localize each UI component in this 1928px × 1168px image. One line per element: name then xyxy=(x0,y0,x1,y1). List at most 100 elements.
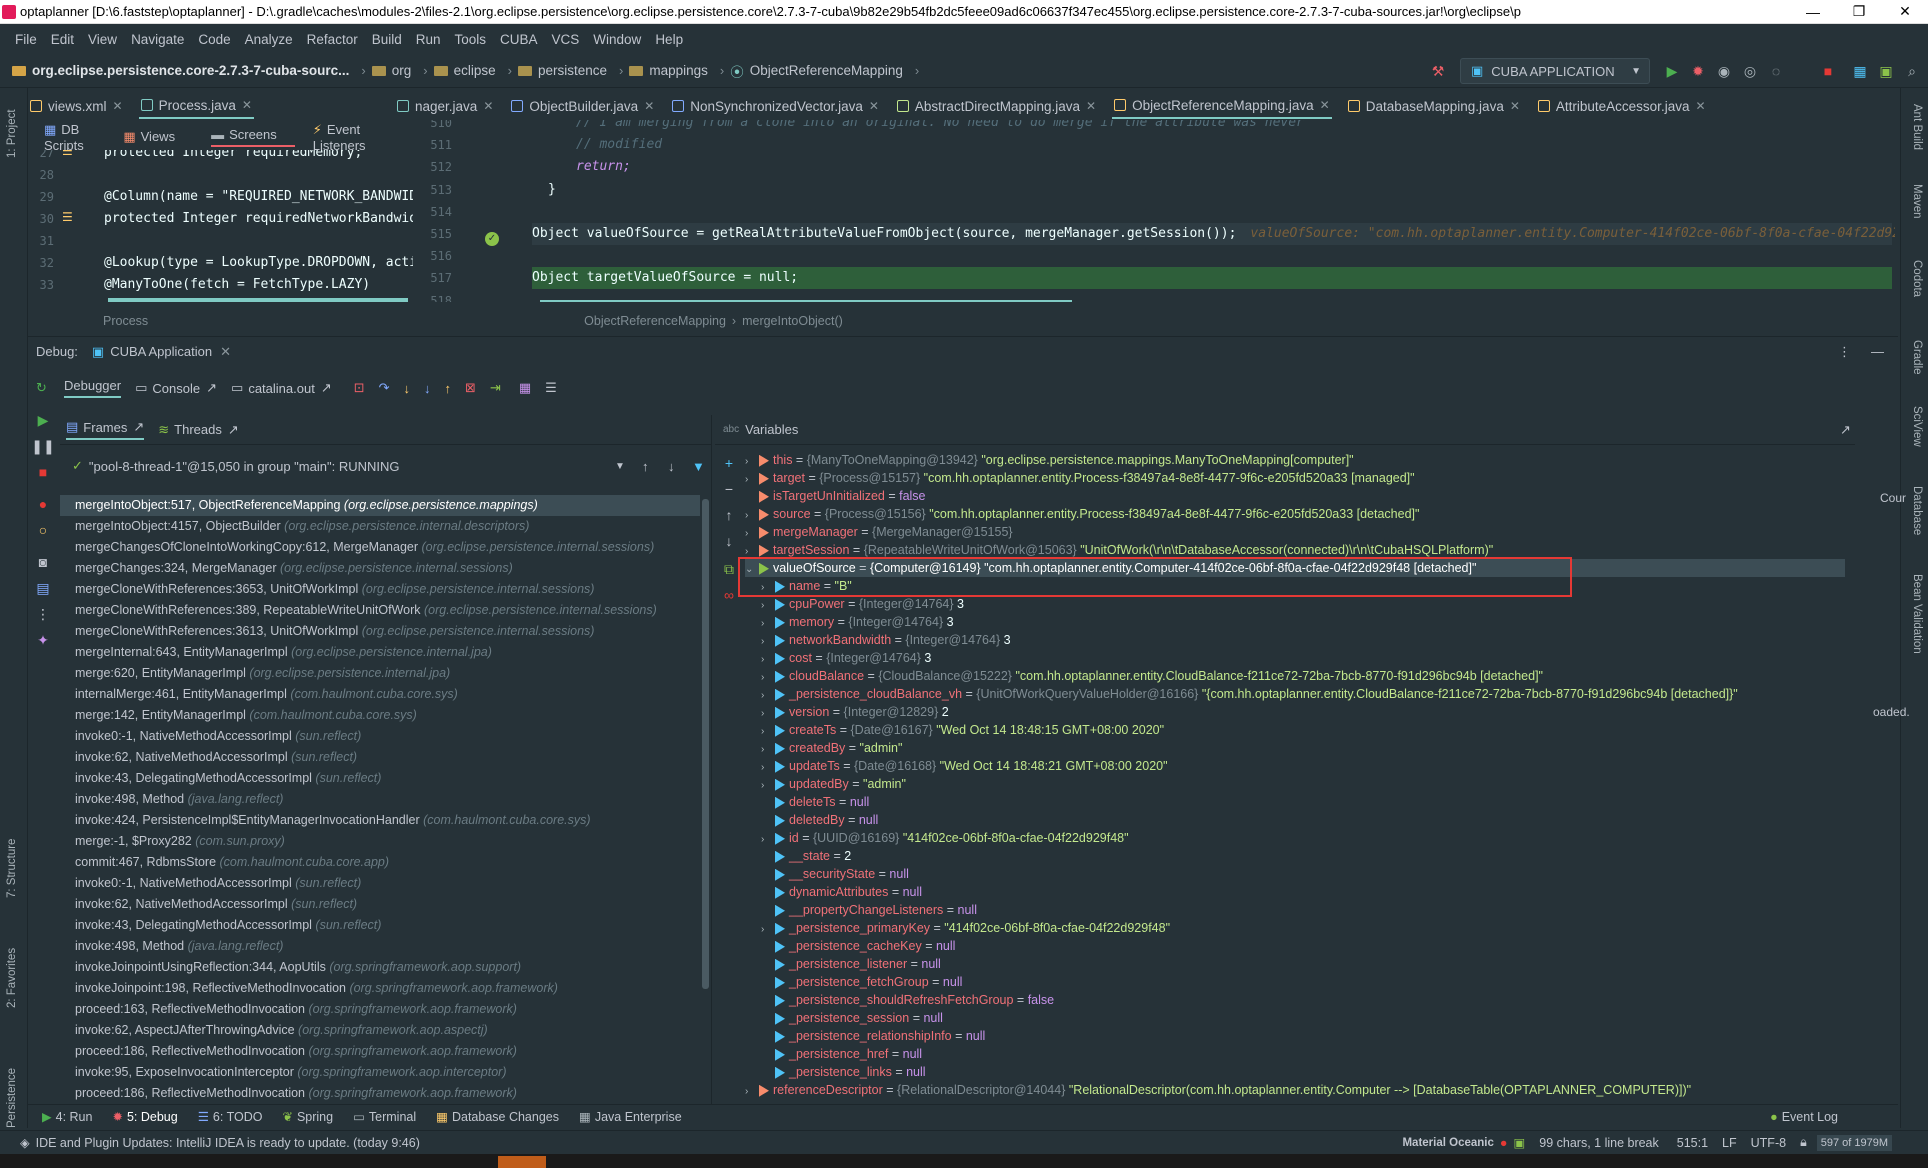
move-up-icon[interactable]: ↑ xyxy=(721,507,737,523)
code-line[interactable]: protected Integer requiredNetworkBandwid xyxy=(104,208,413,230)
sdk-manager-icon[interactable]: ▣ xyxy=(1878,63,1894,79)
code1-footer[interactable]: Process xyxy=(103,314,148,328)
stack-frame[interactable]: invoke:43, DelegatingMethodAccessorImpl … xyxy=(60,768,700,789)
build-hammer-icon[interactable]: ⚒ xyxy=(1430,63,1446,79)
step-over-icon[interactable]: ↷ xyxy=(379,380,390,396)
breadcrumb-persistence[interactable]: persistence xyxy=(517,63,607,78)
debug-icon[interactable]: ✹ xyxy=(1690,63,1706,79)
stack-frame[interactable]: proceed:186, ReflectiveMethodInvocation … xyxy=(60,1041,700,1062)
code-line[interactable]: @Lookup(type = LookupType.DROPDOWN, acti… xyxy=(104,252,413,274)
stack-frame[interactable]: mergeInternal:643, EntityManagerImpl (or… xyxy=(60,642,700,663)
variable-row[interactable]: _persistence_cacheKey = null xyxy=(761,937,955,955)
attach-icon[interactable]: ◌ xyxy=(1768,63,1784,79)
variable-row[interactable]: › createdBy = "admin" xyxy=(761,739,902,757)
breadcrumb-org[interactable]: org xyxy=(371,63,411,78)
tab-threads[interactable]: ≋ Threads ↗ xyxy=(158,422,239,438)
variable-row[interactable]: › updateTs = {Date@16168} "Wed Oct 14 18:… xyxy=(761,757,1168,775)
object-reference-mapping-editor[interactable]: 510 // I am merging from a clone into an … xyxy=(420,120,1895,302)
stack-frame[interactable]: internalMerge:461, EntityManagerImpl (co… xyxy=(60,684,700,705)
theme-name[interactable]: Material Oceanic xyxy=(1402,1137,1493,1149)
stack-frame[interactable]: invoke:424, PersistenceImpl$EntityManage… xyxy=(60,810,700,831)
stack-frame[interactable]: invoke:62, AspectJAfterThrowingAdvice (o… xyxy=(60,1020,700,1041)
status-message[interactable]: IDE and Plugin Updates: IntelliJ IDEA is… xyxy=(36,1136,420,1150)
code-line[interactable]: } xyxy=(548,179,556,201)
project-tool-tab[interactable]: 1: Project xyxy=(6,109,18,158)
variable-row[interactable]: _persistence_href = null xyxy=(761,1045,922,1063)
remove-watch-icon[interactable]: − xyxy=(721,481,737,497)
hide-icon[interactable]: — xyxy=(1871,344,1884,359)
breakpoint-check-icon[interactable]: ✓ xyxy=(485,232,499,246)
stack-frame[interactable]: invoke0:-1, NativeMethodAccessorImpl (su… xyxy=(60,726,700,747)
designer-tab-db-scripts[interactable]: ▦ DB Scripts xyxy=(44,122,105,153)
gradle-tool-tab[interactable]: Gradle xyxy=(1911,340,1923,375)
stack-frame[interactable]: commit:467, RdbmsStore (com.haulmont.cub… xyxy=(60,852,700,873)
stack-frame[interactable]: invoke:43, DelegatingMethodAccessorImpl … xyxy=(60,915,700,936)
close-tab-icon[interactable]: ✕ xyxy=(483,99,493,113)
code-line[interactable]: @ManyToOne(fetch = FetchType.LAZY) xyxy=(104,274,370,296)
editor-tab[interactable]: DatabaseMapping.java ✕ xyxy=(1346,95,1522,118)
selection-info[interactable]: 99 chars, 1 line break xyxy=(1539,1136,1659,1150)
variable-row[interactable]: › version = {Integer@12829} 2 xyxy=(761,703,949,721)
stack-frame[interactable]: invokeJoinpoint:198, ReflectiveMethodInv… xyxy=(60,978,700,999)
variable-row[interactable]: isTargetUnInitialized = false xyxy=(745,487,926,505)
close-tab-icon[interactable]: ✕ xyxy=(1086,99,1096,113)
variable-row[interactable]: › cost = {Integer@14764} 3 xyxy=(761,649,931,667)
force-step-into-icon[interactable]: ↓ xyxy=(424,381,431,396)
stack-frame[interactable]: mergeIntoObject:517, ObjectReferenceMapp… xyxy=(60,495,700,516)
close-tab-icon[interactable]: ✕ xyxy=(242,98,252,112)
menu-tools[interactable]: Tools xyxy=(455,32,487,47)
tab-console[interactable]: ▭ Console ↗ xyxy=(135,380,217,396)
run-configuration-select[interactable]: ▣ CUBA APPLICATION ▼ xyxy=(1460,58,1650,84)
stack-frame[interactable]: mergeChangesOfCloneIntoWorkingCopy:612, … xyxy=(60,537,700,558)
breadcrumb-objectreferencemapping[interactable]: ⦿ ObjectReferenceMapping xyxy=(730,61,903,81)
variable-row[interactable]: _persistence_shouldRefreshFetchGroup = f… xyxy=(761,991,1054,1009)
bottom-tab-terminal[interactable]: ▭ Terminal xyxy=(353,1109,416,1124)
encoding[interactable]: UTF-8 xyxy=(1751,1136,1786,1150)
menu-code[interactable]: Code xyxy=(198,32,230,47)
stack-frame[interactable]: proceed:186, ReflectiveMethodInvocation … xyxy=(60,1083,700,1104)
variable-row[interactable]: › _persistence_cloudBalance_vh = {UnitOfW… xyxy=(761,685,1738,703)
close-tab-icon[interactable]: ✕ xyxy=(1695,99,1705,113)
drop-frame-icon[interactable]: ⊠ xyxy=(465,380,476,396)
project-structure-icon[interactable]: ▦ xyxy=(1852,63,1868,79)
bottom-tab-spring[interactable]: ❦ Spring xyxy=(282,1109,333,1124)
variable-row[interactable]: › source = {Process@15156} "com.hh.optapl… xyxy=(745,505,1419,523)
stack-frame[interactable]: mergeIntoObject:4157, ObjectBuilder (org… xyxy=(60,516,700,537)
stack-frame[interactable]: invoke:62, NativeMethodAccessorImpl (sun… xyxy=(60,747,700,768)
minimize-button[interactable]: — xyxy=(1790,4,1836,20)
stop-debug-icon[interactable]: ■ xyxy=(35,464,51,480)
code-line[interactable]: @Column(name = "REQUIRED_NETWORK_BANDWID xyxy=(104,186,413,208)
event-log-tab[interactable]: ● Event Log xyxy=(1770,1110,1858,1124)
coverage-icon[interactable]: ◉ xyxy=(1716,63,1732,79)
stack-frame[interactable]: proceed:163, ReflectiveMethodInvocation … xyxy=(60,999,700,1020)
editor-tab[interactable]: ObjectBuilder.java ✕ xyxy=(509,95,656,118)
close-tab-icon[interactable]: ✕ xyxy=(1510,99,1520,113)
code-line[interactable]: Object valueOfSource = getRealAttributeV… xyxy=(532,223,1895,245)
code-line[interactable]: Object targetValueOfSource = null; xyxy=(532,267,798,289)
code-line[interactable]: // I am merging from a clone into an ori… xyxy=(576,120,1304,134)
next-frame-icon[interactable]: ↓ xyxy=(668,459,675,474)
designer-tab-views[interactable]: ▦ Views xyxy=(123,129,193,145)
tab-debugger[interactable]: Debugger xyxy=(64,378,122,398)
menu-cuba[interactable]: CUBA xyxy=(500,32,538,47)
variable-row[interactable]: › referenceDescriptor = {RelationalDescri… xyxy=(745,1081,1691,1099)
menu-refactor[interactable]: Refactor xyxy=(307,32,358,47)
bottom-tab--debug[interactable]: ✹ 5: Debug xyxy=(112,1109,177,1124)
editor-tab[interactable]: nager.java ✕ xyxy=(395,95,495,118)
menu-build[interactable]: Build xyxy=(372,32,402,47)
menu-help[interactable]: Help xyxy=(655,32,683,47)
stack-frame[interactable]: invoke:95, ExposeInvocationInterceptor (… xyxy=(60,1062,700,1083)
menu-file[interactable]: File xyxy=(15,32,37,47)
maven-tool-tab[interactable]: Maven xyxy=(1911,184,1923,219)
stack-frame[interactable]: invoke:498, Method (java.lang.reflect) xyxy=(60,789,700,810)
stack-frame[interactable]: mergeCloneWithReferences:389, Repeatable… xyxy=(60,600,700,621)
menu-vcs[interactable]: VCS xyxy=(552,32,580,47)
horizontal-scrollbar[interactable] xyxy=(108,298,408,302)
caret-position[interactable]: 515:1 xyxy=(1677,1136,1708,1150)
variable-row[interactable]: › cloudBalance = {CloudBalance@15222} "co… xyxy=(761,667,1543,685)
search-everywhere-icon[interactable]: ⌕ xyxy=(1904,63,1920,79)
trace-icon[interactable]: ☰ xyxy=(545,380,557,396)
variable-row[interactable]: __securityState = null xyxy=(761,865,909,883)
pin-arrow-icon[interactable]: ↗ xyxy=(1840,422,1851,438)
layout-icon[interactable]: ▤ xyxy=(35,580,51,596)
